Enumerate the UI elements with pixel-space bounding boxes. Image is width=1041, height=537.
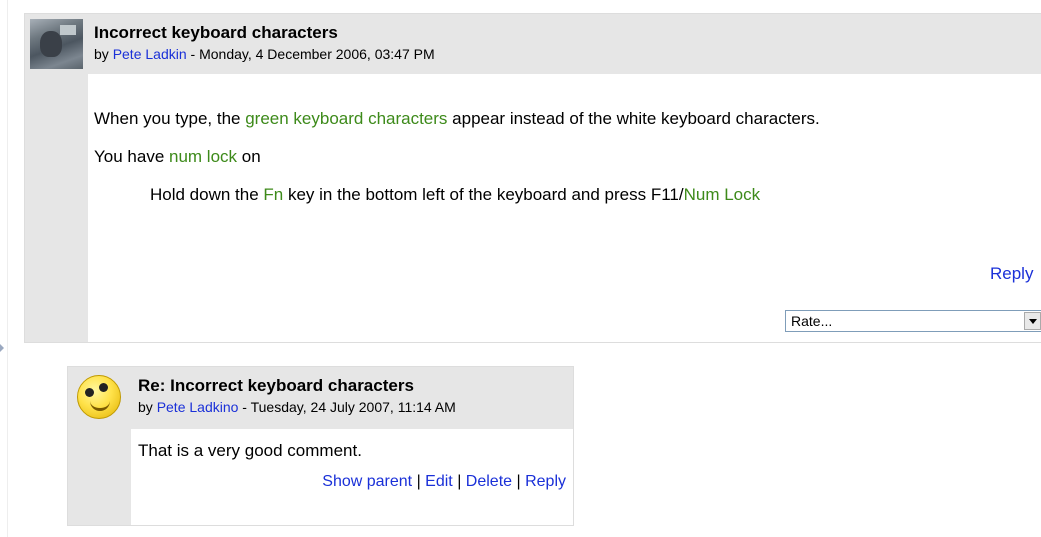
reply-link[interactable]: Reply — [525, 473, 566, 490]
body-line: You have num lock on — [94, 147, 261, 166]
forum-page: Incorrect keyboard characters by Pete La… — [0, 0, 1041, 537]
dropdown-arrow-icon[interactable] — [1024, 312, 1041, 330]
delete-link[interactable]: Delete — [466, 473, 512, 490]
glossary-link-fn[interactable]: Fn — [263, 185, 283, 204]
edit-link[interactable]: Edit — [425, 473, 453, 490]
reply-link[interactable]: Reply — [990, 264, 1033, 284]
post-date: - Monday, 4 December 2006, 03:47 PM — [186, 46, 435, 62]
glossary-link-green-keyboard-characters[interactable]: green keyboard characters — [245, 109, 447, 128]
reply-post: Re: Incorrect keyboard characters by Pet… — [67, 366, 574, 526]
body-line: When you type, the green keyboard charac… — [94, 109, 820, 128]
reply-commands: Show parent | Edit | Delete | Reply — [322, 473, 566, 490]
rate-select[interactable]: Rate... — [785, 310, 1041, 332]
post-byline: by Pete Ladkin - Monday, 4 December 2006… — [94, 46, 435, 62]
byline-prefix: by — [94, 46, 109, 62]
left-divider — [7, 0, 8, 537]
body-line-indented: Hold down the Fn key in the bottom left … — [150, 185, 761, 204]
author-link[interactable]: Pete Ladkin — [113, 46, 187, 62]
forum-post: Incorrect keyboard characters by Pete La… — [24, 13, 1041, 343]
reply-message: That is a very good comment. — [138, 441, 362, 460]
show-parent-link[interactable]: Show parent — [322, 473, 412, 490]
rate-selected-value: Rate... — [791, 313, 833, 329]
byline-prefix: by — [138, 399, 153, 415]
collapse-handle-icon[interactable] — [0, 344, 4, 352]
glossary-link-num-lock[interactable]: num lock — [169, 147, 237, 166]
author-avatar[interactable] — [30, 19, 83, 69]
author-link[interactable]: Pete Ladkino — [157, 399, 239, 415]
reply-date: - Tuesday, 24 July 2007, 11:14 AM — [238, 399, 456, 415]
reply-title: Re: Incorrect keyboard characters — [138, 376, 414, 395]
glossary-link-num-lock-key[interactable]: Num Lock — [684, 185, 761, 204]
post-title: Incorrect keyboard characters — [94, 23, 338, 42]
smiley-avatar[interactable] — [77, 375, 121, 419]
reply-byline: by Pete Ladkino - Tuesday, 24 July 2007,… — [138, 399, 456, 415]
post-body: When you type, the green keyboard charac… — [94, 109, 1041, 205]
